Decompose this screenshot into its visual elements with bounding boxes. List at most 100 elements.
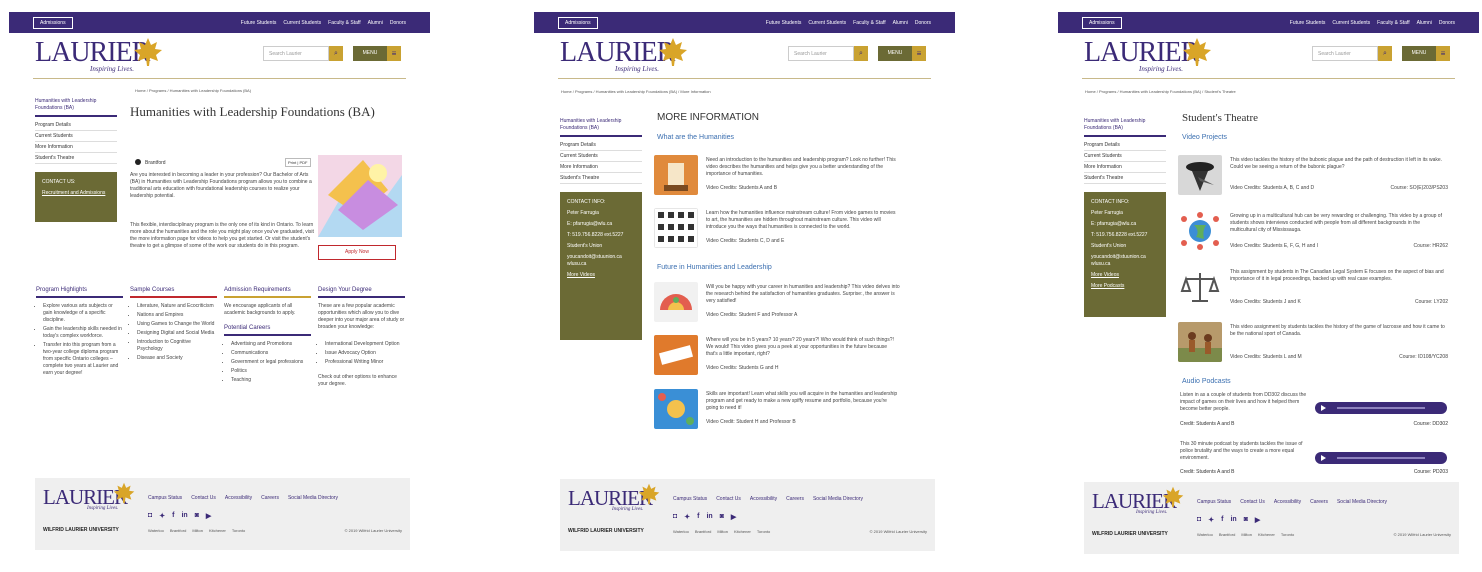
footer-logo[interactable]: LAURIER Inspiring Lives.: [43, 482, 138, 516]
apply-now-button[interactable]: Apply Now: [318, 245, 396, 260]
sidebar-item[interactable]: Program Details: [35, 120, 117, 131]
footer-link[interactable]: Accessibility: [225, 495, 252, 501]
sidebar-item[interactable]: More Information: [1084, 162, 1166, 173]
contact-line[interactable]: wlusu.ca: [567, 261, 635, 267]
top-link[interactable]: Donors: [915, 20, 931, 26]
flickr-icon[interactable]: ◙: [1244, 516, 1248, 524]
contact-line[interactable]: E: pfarrugia@wlu.ca: [1091, 221, 1159, 227]
sidebar-item[interactable]: Program Details: [1084, 140, 1166, 151]
sidebar-item[interactable]: Student's Theatre: [1084, 173, 1166, 184]
video-thumbnail[interactable]: [654, 208, 698, 248]
sidebar-item[interactable]: Current Students: [560, 151, 642, 162]
facebook-icon[interactable]: f: [172, 512, 174, 520]
admissions-button[interactable]: Admissions: [558, 16, 598, 29]
facebook-icon[interactable]: f: [1221, 516, 1223, 524]
footer-link[interactable]: Contact Us: [1240, 499, 1265, 505]
video-thumbnail[interactable]: [1178, 322, 1222, 362]
video-item[interactable]: This video tackles the history of the bu…: [1178, 155, 1448, 201]
footer-logo[interactable]: LAURIER Inspiring Lives.: [1092, 486, 1187, 520]
video-item[interactable]: Learn how the humanities influence mains…: [654, 208, 900, 254]
campus-link[interactable]: Brantford: [1219, 532, 1235, 537]
footer-link[interactable]: Contact Us: [716, 496, 741, 502]
instagram-icon[interactable]: ◘: [673, 513, 677, 521]
more-podcasts-link[interactable]: More Podcasts: [1091, 283, 1159, 289]
instagram-icon[interactable]: ◘: [148, 512, 152, 520]
campus-link[interactable]: Brantford: [695, 529, 711, 534]
top-link[interactable]: Donors: [1439, 20, 1455, 26]
top-link[interactable]: Faculty & Staff: [853, 20, 885, 26]
video-item[interactable]: Will you be happy with your career in hu…: [654, 282, 900, 328]
instagram-icon[interactable]: ◘: [1197, 516, 1201, 524]
sidebar-item[interactable]: Current Students: [1084, 151, 1166, 162]
top-link[interactable]: Faculty & Staff: [1377, 20, 1409, 26]
menu-button[interactable]: MENU: [878, 46, 912, 61]
laurier-logo[interactable]: LAURIER Inspiring Lives.: [560, 38, 695, 75]
top-link[interactable]: Current Students: [808, 20, 846, 26]
video-thumbnail[interactable]: [654, 389, 698, 429]
linkedin-icon[interactable]: in: [1230, 516, 1236, 524]
top-link[interactable]: Future Students: [1290, 20, 1326, 26]
footer-link[interactable]: Contact Us: [191, 495, 216, 501]
sidebar-item-current[interactable]: Humanities with Leadership Foundations (…: [35, 98, 117, 117]
sidebar-item-current[interactable]: Humanities with Leadership Foundations (…: [560, 118, 642, 137]
search-input[interactable]: Search Laurier: [788, 46, 854, 61]
twitter-icon[interactable]: ✦: [1208, 516, 1214, 524]
admissions-button[interactable]: Admissions: [1082, 16, 1122, 29]
footer-link[interactable]: Social Media Directory: [288, 495, 338, 501]
video-item[interactable]: This assignment by students in The Canad…: [1178, 267, 1448, 313]
top-link[interactable]: Future Students: [241, 20, 277, 26]
audio-progress-bar[interactable]: [1337, 457, 1425, 459]
video-thumbnail[interactable]: [654, 282, 698, 322]
campus-link[interactable]: Toronto: [1281, 532, 1294, 537]
flickr-icon[interactable]: ◙: [195, 512, 199, 520]
menu-button[interactable]: MENU: [1402, 46, 1436, 61]
contact-line[interactable]: youcandoit@stuunion.ca: [567, 254, 635, 260]
top-link[interactable]: Alumni: [893, 20, 908, 26]
play-icon[interactable]: [1321, 405, 1326, 411]
search-icon[interactable]: ⌕: [1378, 46, 1392, 61]
video-item[interactable]: Where will you be in 5 years? 10 years? …: [654, 335, 900, 381]
hamburger-icon[interactable]: ≡: [387, 46, 401, 61]
campus-link[interactable]: Brantford: [170, 528, 186, 533]
print-button[interactable]: Print | PDF: [285, 158, 311, 167]
contact-link[interactable]: Recruitment and Admissions: [42, 190, 110, 196]
menu-button[interactable]: MENU: [353, 46, 387, 61]
sidebar-item[interactable]: Student's Theatre: [560, 173, 642, 184]
campus-link[interactable]: Waterloo: [148, 528, 164, 533]
footer-link[interactable]: Campus Status: [148, 495, 182, 501]
video-item[interactable]: Growing up in a multicultural hub can be…: [1178, 211, 1448, 257]
campus-link[interactable]: Toronto: [232, 528, 245, 533]
footer-link[interactable]: Campus Status: [673, 496, 707, 502]
breadcrumb[interactable]: Home / Programs / Humanities with Leader…: [1085, 89, 1236, 94]
youtube-icon[interactable]: ▶: [206, 512, 211, 520]
footer-logo[interactable]: LAURIER Inspiring Lives.: [568, 483, 663, 517]
laurier-logo[interactable]: LAURIER Inspiring Lives.: [35, 38, 170, 75]
campus-link[interactable]: Kitchener: [209, 528, 226, 533]
campus-link[interactable]: Milton: [192, 528, 203, 533]
more-videos-link[interactable]: More Videos: [1091, 272, 1159, 278]
audio-player[interactable]: [1315, 402, 1447, 414]
linkedin-icon[interactable]: in: [181, 512, 187, 520]
sidebar-item[interactable]: Program Details: [560, 140, 642, 151]
footer-link[interactable]: Accessibility: [1274, 499, 1301, 505]
video-item[interactable]: Skills are important! Learn what skills …: [654, 389, 900, 435]
top-link[interactable]: Future Students: [766, 20, 802, 26]
search-icon[interactable]: ⌕: [329, 46, 343, 61]
campus-link[interactable]: Milton: [717, 529, 728, 534]
sidebar-item[interactable]: Student's Theatre: [35, 153, 117, 164]
contact-line[interactable]: youcandoit@stuunion.ca: [1091, 254, 1159, 260]
search-input[interactable]: Search Laurier: [263, 46, 329, 61]
twitter-icon[interactable]: ✦: [684, 513, 690, 521]
youtube-icon[interactable]: ▶: [731, 513, 736, 521]
footer-link[interactable]: Accessibility: [750, 496, 777, 502]
admissions-button[interactable]: Admissions: [33, 16, 73, 29]
sidebar-item-current[interactable]: Humanities with Leadership Foundations (…: [1084, 118, 1166, 137]
search-input[interactable]: Search Laurier: [1312, 46, 1378, 61]
campus-link[interactable]: Kitchener: [734, 529, 751, 534]
top-link[interactable]: Alumni: [368, 20, 383, 26]
youtube-icon[interactable]: ▶: [1255, 516, 1260, 524]
top-link[interactable]: Alumni: [1417, 20, 1432, 26]
linkedin-icon[interactable]: in: [706, 513, 712, 521]
sidebar-item[interactable]: Current Students: [35, 131, 117, 142]
footer-link[interactable]: Social Media Directory: [1337, 499, 1387, 505]
